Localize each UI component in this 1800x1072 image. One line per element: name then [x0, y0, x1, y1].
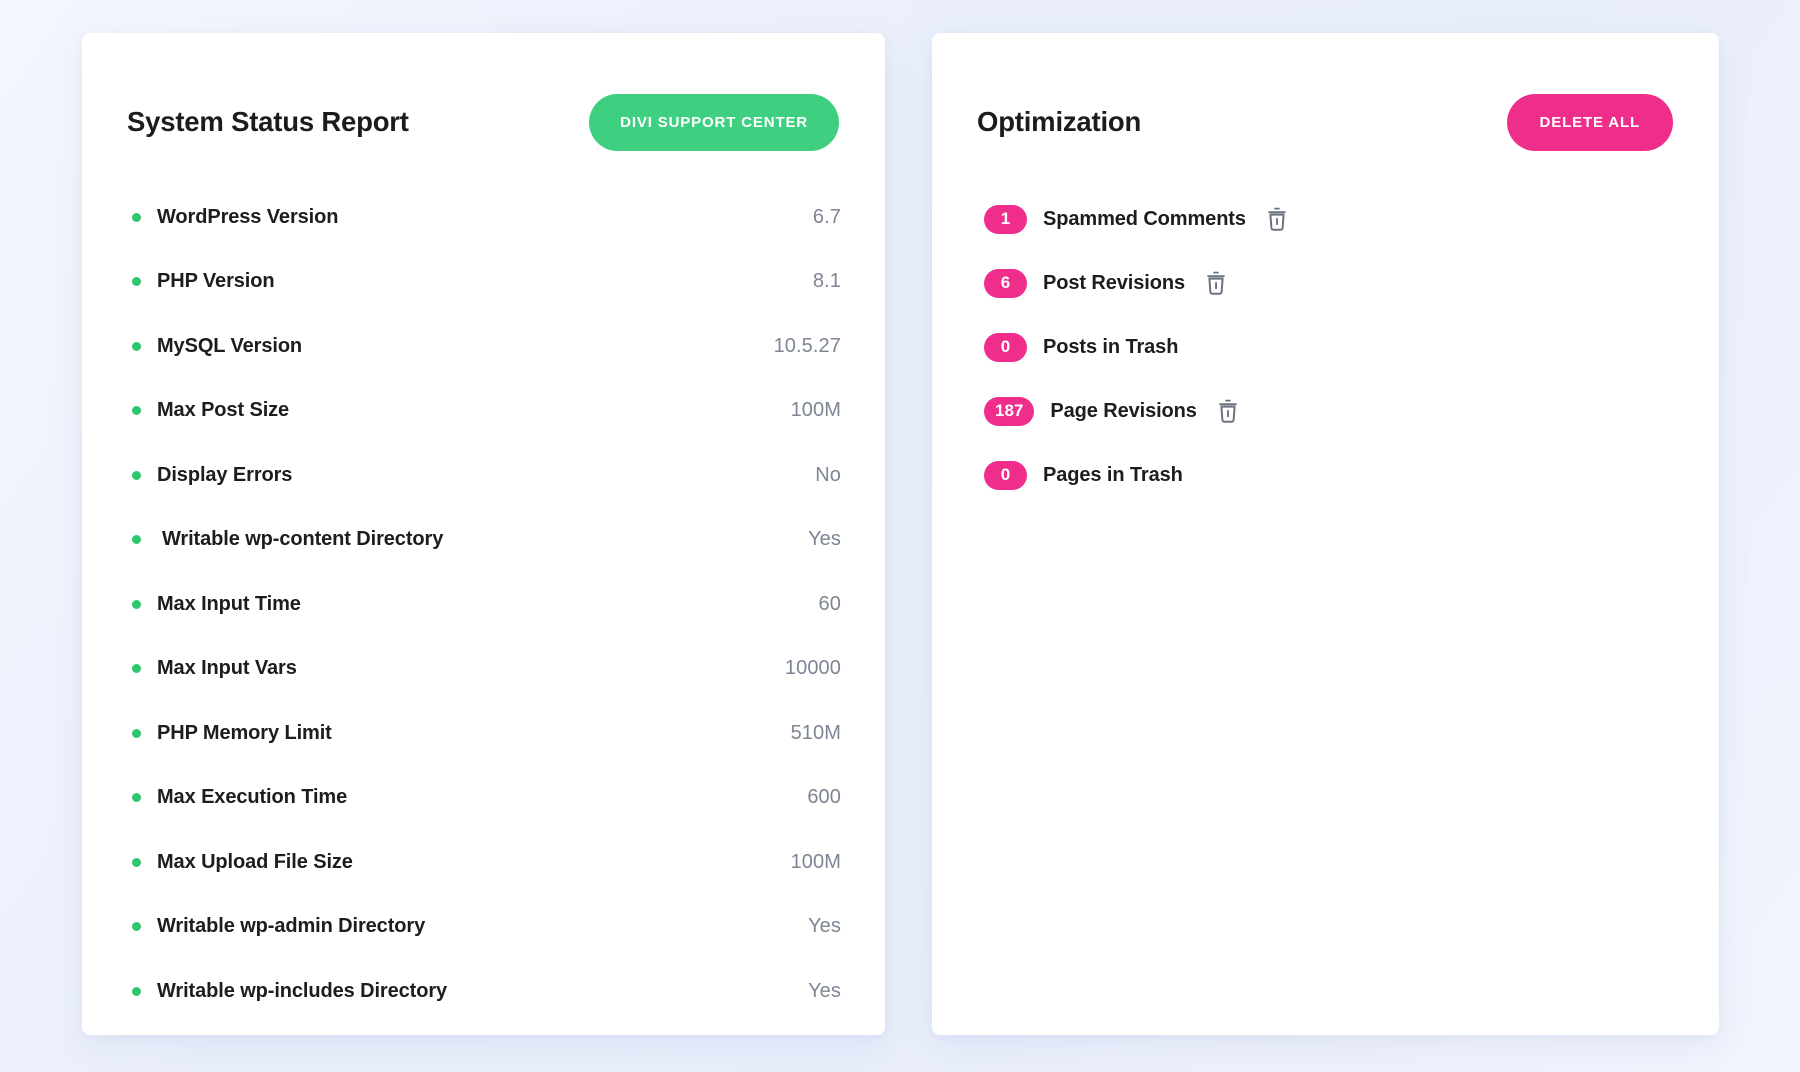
- status-row-label: Writable wp-content Directory: [157, 528, 443, 551]
- optimization-row: 0 Posts in Trash: [984, 315, 1677, 379]
- status-row: Max Execution Time 600: [124, 766, 843, 831]
- optimization-row: 187 Page Revisions: [984, 379, 1677, 443]
- status-row: Max Input Vars 10000: [124, 637, 843, 702]
- status-row-value: 60: [819, 593, 841, 616]
- status-row-value: 510M: [791, 722, 841, 745]
- optimization-row: 1 Spammed Comments: [984, 187, 1677, 251]
- status-row-label: Max Post Size: [157, 399, 289, 422]
- optimization-row-label: Spammed Comments: [1043, 208, 1246, 231]
- status-dot-icon: [132, 922, 141, 931]
- status-row: Writable wp-content Directory Yes: [124, 508, 843, 573]
- system-status-list: WordPress Version 6.7 PHP Version 8.1 MySQL …: [124, 185, 843, 1024]
- status-row: Display Errors No: [124, 443, 843, 508]
- optimization-count-badge: 1: [984, 205, 1027, 234]
- status-row-value: 6.7: [813, 206, 841, 229]
- status-row-label: MySQL Version: [157, 335, 302, 358]
- optimization-count-badge: 0: [984, 333, 1027, 362]
- status-dot-icon: [132, 729, 141, 738]
- page-title: System Status Report: [127, 106, 409, 138]
- optimization-card: Optimization DELETE ALL 1 Spammed Comment…: [932, 33, 1719, 1035]
- trash-icon[interactable]: [1264, 206, 1290, 232]
- status-dot-icon: [132, 664, 141, 673]
- status-row-value: 600: [807, 786, 841, 809]
- status-dot-icon: [132, 858, 141, 867]
- status-dot-icon: [132, 213, 141, 222]
- trash-icon[interactable]: [1203, 270, 1229, 296]
- status-row-label: Writable wp-admin Directory: [157, 915, 425, 938]
- optimization-row: 0 Pages in Trash: [984, 443, 1677, 507]
- status-row-value: 10000: [785, 657, 841, 680]
- status-row-label: PHP Version: [157, 270, 274, 293]
- status-dot-icon: [132, 342, 141, 351]
- status-dot-icon: [132, 535, 141, 544]
- status-row-label: Max Input Vars: [157, 657, 297, 680]
- optimization-list: 1 Spammed Comments 6 Post Revisions 0 Posts i…: [974, 187, 1677, 507]
- optimization-count-badge: 6: [984, 269, 1027, 298]
- status-row-label: WordPress Version: [157, 206, 338, 229]
- status-dot-icon: [132, 600, 141, 609]
- status-row-value: Yes: [808, 528, 841, 551]
- system-status-report-card: System Status Report DIVI SUPPORT CENTER…: [82, 33, 885, 1035]
- status-row-label: PHP Memory Limit: [157, 722, 332, 745]
- page-root: System Status Report DIVI SUPPORT CENTER…: [0, 0, 1800, 1072]
- status-row-label: Display Errors: [157, 464, 292, 487]
- status-row: Max Input Time 60: [124, 572, 843, 637]
- optimization-row-label: Post Revisions: [1043, 272, 1185, 295]
- status-row-label: Max Execution Time: [157, 786, 347, 809]
- trash-icon-placeholder: [1201, 462, 1227, 488]
- status-row-value: 100M: [791, 399, 841, 422]
- optimization-header: Optimization DELETE ALL: [974, 79, 1677, 165]
- status-row-label: Max Input Time: [157, 593, 301, 616]
- status-dot-icon: [132, 793, 141, 802]
- optimization-title: Optimization: [977, 106, 1141, 138]
- status-row-value: Yes: [808, 980, 841, 1003]
- status-row: Writable wp-includes Directory Yes: [124, 959, 843, 1024]
- status-row: PHP Version 8.1: [124, 250, 843, 315]
- status-dot-icon: [132, 406, 141, 415]
- optimization-row-label: Posts in Trash: [1043, 336, 1178, 359]
- status-dot-icon: [132, 277, 141, 286]
- optimization-row: 6 Post Revisions: [984, 251, 1677, 315]
- trash-icon[interactable]: [1215, 398, 1241, 424]
- status-dot-icon: [132, 471, 141, 480]
- divi-support-center-button[interactable]: DIVI SUPPORT CENTER: [589, 94, 839, 151]
- status-row-label: Max Upload File Size: [157, 851, 353, 874]
- optimization-row-label: Page Revisions: [1050, 400, 1196, 423]
- optimization-count-badge: 187: [984, 397, 1034, 426]
- status-row: MySQL Version 10.5.27: [124, 314, 843, 379]
- status-row: Max Post Size 100M: [124, 379, 843, 444]
- status-row-value: No: [815, 464, 841, 487]
- optimization-count-badge: 0: [984, 461, 1027, 490]
- status-row-value: Yes: [808, 915, 841, 938]
- optimization-row-label: Pages in Trash: [1043, 464, 1183, 487]
- delete-all-button[interactable]: DELETE ALL: [1507, 94, 1673, 151]
- system-status-header: System Status Report DIVI SUPPORT CENTER: [124, 79, 843, 165]
- status-row: Writable wp-admin Directory Yes: [124, 895, 843, 960]
- status-row-value: 8.1: [813, 270, 841, 293]
- status-dot-icon: [132, 987, 141, 996]
- status-row: PHP Memory Limit 510M: [124, 701, 843, 766]
- status-row-value: 10.5.27: [774, 335, 841, 358]
- trash-icon-placeholder: [1196, 334, 1222, 360]
- status-row: WordPress Version 6.7: [124, 185, 843, 250]
- status-row-value: 100M: [791, 851, 841, 874]
- status-row-label: Writable wp-includes Directory: [157, 980, 447, 1003]
- status-row: Max Upload File Size 100M: [124, 830, 843, 895]
